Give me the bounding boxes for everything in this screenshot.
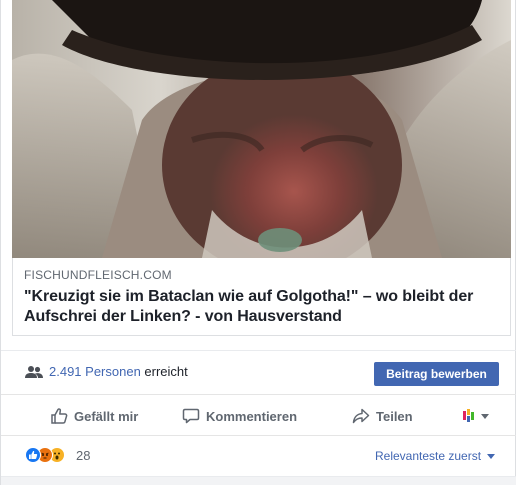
reach-count-link[interactable]: 2.491 Personen <box>49 364 141 379</box>
reach-suffix: erreicht <box>140 364 188 379</box>
reach-text: 2.491 Personen erreicht <box>49 364 188 380</box>
like-button[interactable]: Gefällt mir <box>50 395 138 437</box>
portrait-photo <box>12 0 511 258</box>
like-label: Gefällt mir <box>74 408 139 424</box>
link-preview-meta[interactable]: FISCHUNDFLEISCH.COM "Kreuzigt sie im Bat… <box>12 258 511 336</box>
link-headline[interactable]: "Kreuzigt sie im Bataclan wie auf Golgot… <box>24 287 499 327</box>
reaction-icons[interactable] <box>25 447 65 465</box>
comments-area-edge <box>1 476 516 485</box>
thumbs-up-icon <box>51 408 68 424</box>
reactions-bar: 28 Relevanteste zuerst <box>1 436 516 476</box>
link-preview-image[interactable] <box>12 0 511 258</box>
share-button[interactable]: Teilen <box>352 395 413 437</box>
comment-sort-label: Relevanteste zuerst <box>375 449 482 463</box>
reaction-count[interactable]: 28 <box>76 448 90 464</box>
share-arrow-icon <box>352 408 370 424</box>
like-reaction-icon <box>25 447 41 463</box>
comment-sort-dropdown[interactable]: Relevanteste zuerst <box>375 448 496 464</box>
share-label: Teilen <box>376 408 413 424</box>
reaction-as-selector[interactable] <box>463 395 499 437</box>
comment-icon <box>182 408 200 424</box>
reach-bar: 2.491 Personen erreicht Beitrag bewerben <box>1 350 516 394</box>
feed-post-card: FISCHUNDFLEISCH.COM "Kreuzigt sie im Bat… <box>0 0 516 485</box>
page-avatar-dropdown-icon <box>463 409 489 422</box>
link-domain: FISCHUNDFLEISCH.COM <box>24 268 172 282</box>
post-actions-bar: Gefällt mir Kommentieren Teilen <box>1 394 516 436</box>
promote-post-button[interactable]: Beitrag bewerben <box>374 362 499 386</box>
comment-label: Kommentieren <box>206 408 298 424</box>
comment-button[interactable]: Kommentieren <box>182 395 297 437</box>
people-icon <box>25 366 43 378</box>
chevron-down-icon <box>487 454 496 460</box>
